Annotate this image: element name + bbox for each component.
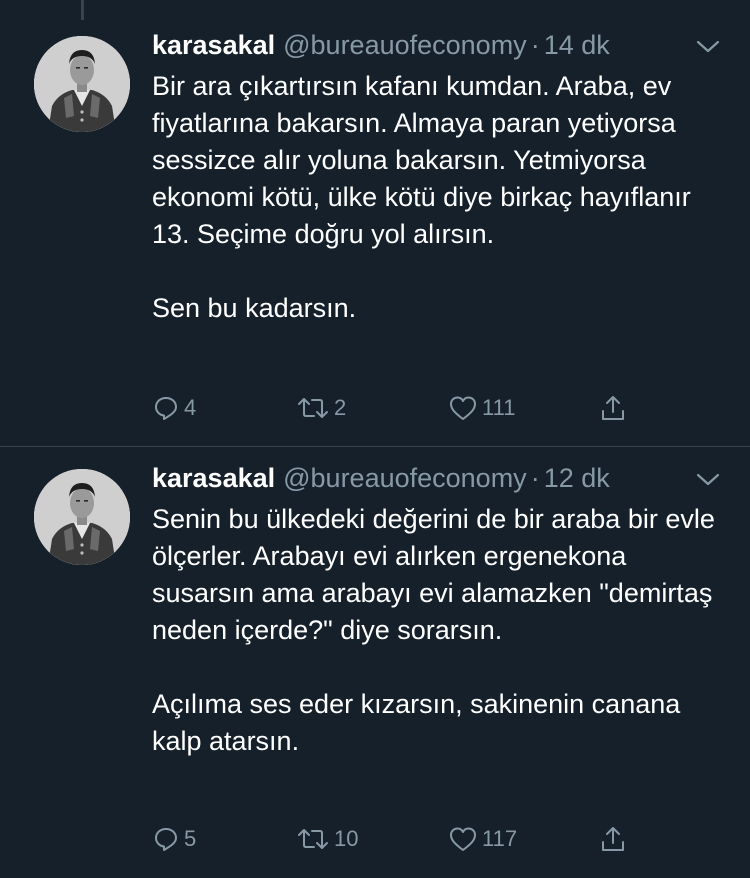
like-count: 117 xyxy=(482,826,518,851)
reply-count: 5 xyxy=(184,826,197,851)
retweet-button[interactable]: 10 xyxy=(296,819,358,859)
tweet[interactable]: karasakal @bureauofeconomy · 12 dk Senin… xyxy=(0,455,750,875)
like-count: 111 xyxy=(482,395,516,420)
separator-dot: · xyxy=(530,30,540,60)
retweet-count: 10 xyxy=(334,826,359,851)
like-button[interactable]: 117 xyxy=(448,819,517,859)
tweet-text: Senin bu ülkedeki değerini de bir araba … xyxy=(152,501,732,760)
like-button[interactable]: 111 xyxy=(448,388,515,428)
tweet-paragraph: Açılıma ses eder kızarsın, sakinenin can… xyxy=(152,689,681,756)
share-icon xyxy=(602,396,624,420)
share-icon xyxy=(602,827,624,851)
avatar[interactable] xyxy=(34,36,130,132)
tweet-menu-button[interactable] xyxy=(694,36,722,56)
tweet-menu-button[interactable] xyxy=(694,469,722,489)
tweet-divider xyxy=(0,446,750,447)
timestamp[interactable]: 12 dk xyxy=(544,463,610,494)
avatar-portrait-image xyxy=(34,36,130,132)
timestamp[interactable]: 14 dk xyxy=(544,30,610,61)
avatar-portrait-image xyxy=(34,469,130,565)
retweet-button[interactable]: 2 xyxy=(296,388,346,428)
tweet-paragraph: Sen bu kadarsın. xyxy=(152,293,357,323)
tweet-text: Bir ara çıkartırsın kafanı kumdan. Araba… xyxy=(152,68,732,327)
display-name[interactable]: karasakal xyxy=(152,463,275,494)
retweet-count: 2 xyxy=(334,395,347,420)
reply-button[interactable]: 5 xyxy=(152,819,196,859)
display-name[interactable]: karasakal xyxy=(152,30,275,61)
reply-count: 4 xyxy=(184,395,197,420)
thread-connector-line xyxy=(81,0,84,20)
reply-icon xyxy=(155,397,177,420)
tweet[interactable]: karasakal @bureauofeconomy · 14 dk Bir a… xyxy=(0,22,750,442)
share-button[interactable] xyxy=(598,388,628,428)
tweet-header: karasakal @bureauofeconomy · 14 dk xyxy=(152,30,610,66)
tweet-paragraph: Bir ara çıkartırsın kafanı kumdan. Araba… xyxy=(152,71,691,249)
tweet-paragraph: Senin bu ülkedeki değerini de bir araba … xyxy=(152,504,715,645)
tweet-actions: 4 2 111 xyxy=(152,388,652,428)
user-handle[interactable]: @bureauofeconomy xyxy=(283,30,527,61)
avatar[interactable] xyxy=(34,469,130,565)
chevron-down-icon xyxy=(696,473,720,486)
chevron-down-icon xyxy=(696,40,720,53)
share-button[interactable] xyxy=(598,819,628,859)
separator-dot: · xyxy=(530,463,540,493)
heart-icon xyxy=(450,396,476,420)
heart-icon xyxy=(450,827,476,851)
retweet-icon xyxy=(298,398,328,418)
reply-icon xyxy=(155,828,177,851)
tweet-header: karasakal @bureauofeconomy · 12 dk xyxy=(152,463,610,499)
user-handle[interactable]: @bureauofeconomy xyxy=(283,463,527,494)
tweet-actions: 5 10 117 xyxy=(152,819,652,859)
retweet-icon xyxy=(298,829,328,849)
reply-button[interactable]: 4 xyxy=(152,388,196,428)
